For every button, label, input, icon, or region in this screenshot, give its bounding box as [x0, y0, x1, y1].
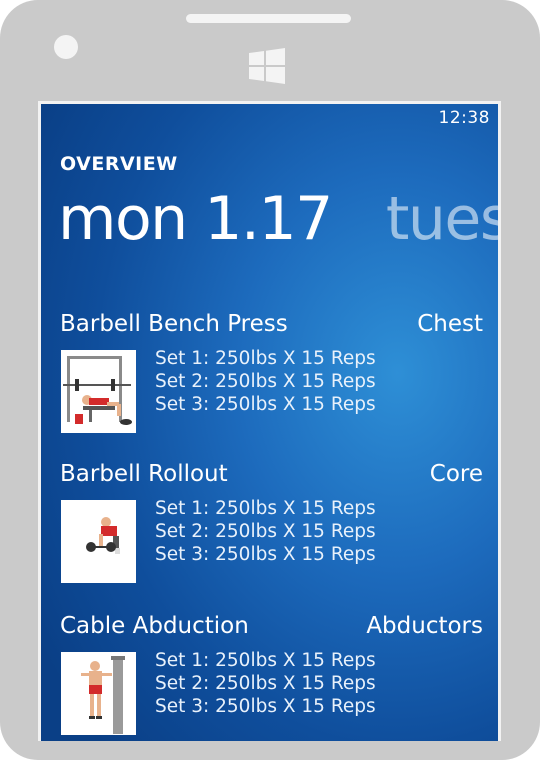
- set-line: Set 1: 250lbs X 15 Reps: [155, 650, 376, 671]
- pivot-header: mon 1.17 tues 1: [58, 184, 498, 254]
- exercise-name: Barbell Rollout: [60, 461, 228, 487]
- exercise-item[interactable]: Cable Abduction Abductors Set 1: 250lbs …: [60, 613, 483, 741]
- set-line: Set 2: 250lbs X 15 Reps: [155, 673, 376, 694]
- set-line: Set 3: 250lbs X 15 Reps: [155, 544, 376, 565]
- speaker-grille-icon: [186, 14, 351, 23]
- set-line: Set 3: 250lbs X 15 Reps: [155, 394, 376, 415]
- set-list: Set 1: 250lbs X 15 Reps Set 2: 250lbs X …: [155, 347, 376, 416]
- pivot-item-next[interactable]: tues 1: [386, 184, 498, 254]
- set-line: Set 2: 250lbs X 15 Reps: [155, 521, 376, 542]
- exercise-muscle-group: Core: [429, 461, 483, 487]
- set-line: Set 3: 250lbs X 15 Reps: [155, 696, 376, 717]
- pivot-item-current[interactable]: mon 1.17: [58, 184, 333, 254]
- exercise-name: Barbell Bench Press: [60, 311, 288, 337]
- set-line: Set 2: 250lbs X 15 Reps: [155, 371, 376, 392]
- status-time: 12:38: [438, 108, 490, 128]
- set-list: Set 1: 250lbs X 15 Reps Set 2: 250lbs X …: [155, 497, 376, 566]
- windows-logo-icon[interactable]: [249, 48, 285, 84]
- set-line: Set 1: 250lbs X 15 Reps: [155, 348, 376, 369]
- exercise-thumbnail: [61, 350, 136, 433]
- app-title: OVERVIEW: [60, 153, 178, 175]
- exercise-thumbnail: [61, 652, 136, 735]
- app-display: 12:38 OVERVIEW mon 1.17 tues 1 Barbell Be…: [41, 104, 498, 741]
- set-line: Set 1: 250lbs X 15 Reps: [155, 498, 376, 519]
- exercise-item[interactable]: Barbell Rollout Core Set 1: 250lbs X 15 …: [60, 461, 483, 601]
- set-list: Set 1: 250lbs X 15 Reps Set 2: 250lbs X …: [155, 649, 376, 718]
- exercise-muscle-group: Chest: [417, 311, 483, 337]
- exercise-thumbnail: [61, 500, 136, 583]
- phone-screen: 12:38 OVERVIEW mon 1.17 tues 1 Barbell Be…: [38, 101, 501, 741]
- front-camera-icon: [54, 35, 78, 59]
- exercise-muscle-group: Abductors: [366, 613, 483, 639]
- exercise-name: Cable Abduction: [60, 613, 249, 639]
- phone-frame: 12:38 OVERVIEW mon 1.17 tues 1 Barbell Be…: [0, 0, 540, 760]
- exercise-item[interactable]: Barbell Bench Press Chest Set 1: 250lbs …: [60, 311, 483, 451]
